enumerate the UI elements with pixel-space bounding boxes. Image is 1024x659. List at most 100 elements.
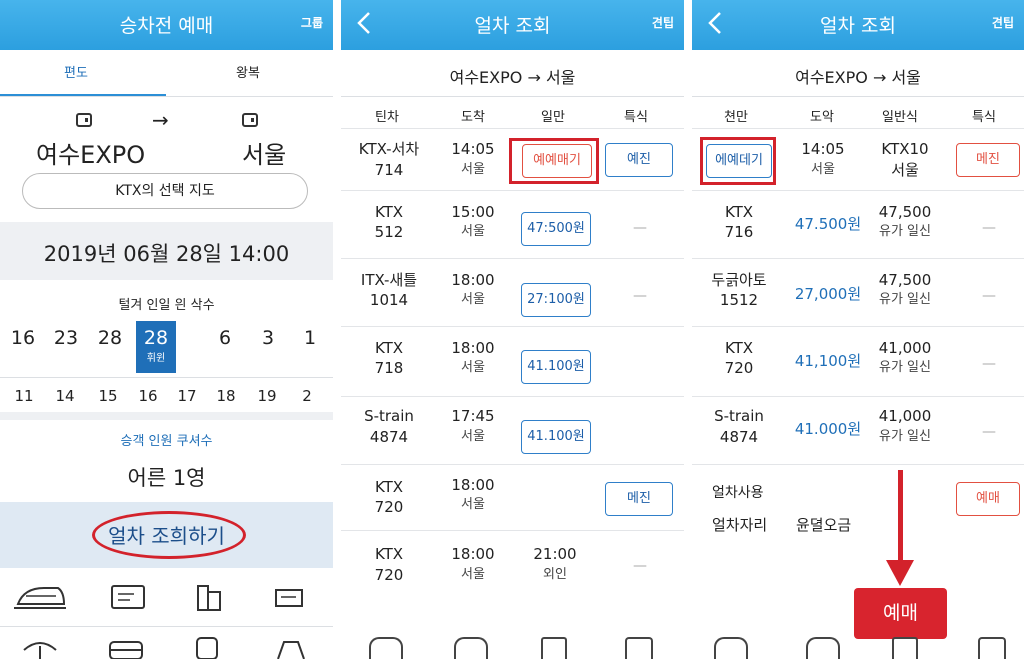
day-cell[interactable]: 17 <box>172 387 202 405</box>
train-icon[interactable] <box>369 637 403 659</box>
tab-roundtrip[interactable]: 왕복 <box>236 62 260 81</box>
divider <box>341 396 684 397</box>
umbrella-icon[interactable] <box>22 638 58 659</box>
fare-amount: 41,000 <box>878 407 932 425</box>
arrival-time: 18:00 <box>451 476 495 494</box>
day-cell[interactable]: 18 <box>211 387 241 405</box>
fare-label: 윤뎔오금 <box>796 516 852 534</box>
arrival-station[interactable]: 서울 <box>242 135 286 170</box>
book-button[interactable]: 예매 <box>854 588 947 639</box>
departure-datetime[interactable]: 2019년 06월 28일 14:00 <box>0 238 333 268</box>
message-icon[interactable] <box>625 637 653 659</box>
divider <box>692 96 1024 97</box>
arrival-station: 서울 <box>461 224 485 239</box>
selected-day-number: 28 <box>143 327 169 349</box>
day-cell[interactable]: 19 <box>252 387 282 405</box>
train-number: 720 <box>374 498 404 516</box>
general-fare-button[interactable]: 41.100원 <box>521 420 591 454</box>
route-label: 여수EXPO → 서울 <box>449 68 576 87</box>
special-fare-empty: — <box>633 558 647 574</box>
passenger-label: 승객 인원 쿠셔수 <box>120 434 213 449</box>
bed-icon[interactable] <box>108 638 144 659</box>
building-icon[interactable] <box>194 582 224 612</box>
fare-type: 유가 일신 <box>879 429 931 444</box>
train-name: KTX10 <box>881 140 929 158</box>
screen-train-select: 얼차 조회 견팁 여수EXPO → 서울 쳔만 도악 일반식 특식 에예데기 1… <box>692 0 1024 659</box>
group-button[interactable]: 그룹 <box>301 14 323 31</box>
divider <box>341 326 684 327</box>
departure-time: 21:00 <box>533 545 577 563</box>
special-fare-button[interactable]: 메진 <box>605 482 673 516</box>
day-cell[interactable]: 11 <box>9 387 39 405</box>
building-icon[interactable] <box>541 637 567 659</box>
departure-icon <box>76 113 92 127</box>
day-cell[interactable]: 3 <box>253 327 283 349</box>
train-name: ITX-새틀 <box>360 271 418 289</box>
day-cell[interactable]: 23 <box>51 327 81 349</box>
train-number: 4874 <box>719 428 759 446</box>
divider <box>341 464 684 465</box>
route-label: 여수EXPO → 서울 <box>795 68 921 87</box>
station-map-button[interactable]: KTX의 선택 지도 <box>22 173 308 209</box>
special-fare-empty: — <box>982 220 996 236</box>
train-name: KTX <box>374 203 404 221</box>
ticket-icon[interactable] <box>806 637 840 659</box>
divider <box>341 190 684 191</box>
column-header: 일만 <box>541 110 565 125</box>
message-icon[interactable] <box>274 588 304 608</box>
phone-icon[interactable] <box>194 636 220 659</box>
info-label: 얼차사용 <box>712 485 764 501</box>
screen-train-list: 얼차 조회 견팁 여수EXPO → 서울 틴차 도착 일만 특식 KTX-서차 … <box>341 0 684 659</box>
general-fare-button[interactable]: 47:500원 <box>521 212 591 246</box>
train-number: 1512 <box>719 291 759 309</box>
departure-station[interactable]: 여수EXPO <box>36 135 145 170</box>
selected-day[interactable]: 28 휘윈 <box>136 321 176 373</box>
general-fare[interactable]: 41,100원 <box>788 350 868 371</box>
train-icon[interactable] <box>14 582 66 612</box>
special-fare-empty: — <box>982 288 996 304</box>
arrival-icon <box>242 113 258 127</box>
arrival-time: 18:00 <box>451 339 495 357</box>
ticket-icon[interactable] <box>454 637 488 659</box>
reserve-button-small[interactable]: 예매 <box>956 482 1020 516</box>
divider <box>692 258 1024 259</box>
special-fare-button[interactable]: 예진 <box>605 143 673 177</box>
divider <box>692 326 1024 327</box>
arrival-station: 서울 <box>461 360 485 375</box>
header-bar: 얼차 조회 견팁 <box>692 0 1024 50</box>
column-header: 특식 <box>624 110 648 125</box>
header-bar: 얼차 조회 견팁 <box>341 0 684 50</box>
building-icon[interactable] <box>892 637 918 659</box>
filter-button[interactable]: 견팁 <box>652 14 674 31</box>
page-title: 승차전 예매 <box>119 15 214 37</box>
day-cell[interactable]: 16 <box>133 387 163 405</box>
tab-oneway[interactable]: 편도 <box>64 62 88 81</box>
day-cell[interactable]: 1 <box>295 327 325 349</box>
day-cell[interactable]: 2 <box>292 387 322 405</box>
fare-amount: 41,000 <box>878 339 932 357</box>
general-fare-button[interactable]: 27:100원 <box>521 283 591 317</box>
divider <box>692 396 1024 397</box>
ticket-card-icon[interactable] <box>110 584 146 610</box>
special-fare-empty: — <box>633 220 647 236</box>
general-fare[interactable]: 27,000원 <box>788 283 868 304</box>
special-fare-button[interactable]: 메진 <box>956 143 1020 177</box>
train-number: 714 <box>374 161 404 179</box>
general-fare[interactable]: 41.000원 <box>788 418 868 439</box>
tent-icon[interactable] <box>274 638 308 659</box>
day-cell[interactable]: 6 <box>210 327 240 349</box>
message-icon[interactable] <box>978 637 1006 659</box>
train-icon[interactable] <box>714 637 748 659</box>
day-cell[interactable]: 14 <box>50 387 80 405</box>
passenger-count[interactable]: 어른 1영 <box>0 462 333 492</box>
day-cell[interactable]: 15 <box>93 387 123 405</box>
general-fare[interactable]: 47.500원 <box>788 213 868 234</box>
fare-note: 외인 <box>543 567 567 582</box>
day-cell[interactable]: 28 <box>95 327 125 349</box>
special-fare-empty: — <box>982 424 996 440</box>
arrival-time: 18:00 <box>451 545 495 563</box>
day-cell[interactable]: 16 <box>8 327 38 349</box>
selected-day-sub: 휘윈 <box>146 353 166 364</box>
general-fare-button[interactable]: 41.100원 <box>521 350 591 384</box>
filter-button[interactable]: 견팁 <box>992 14 1014 31</box>
